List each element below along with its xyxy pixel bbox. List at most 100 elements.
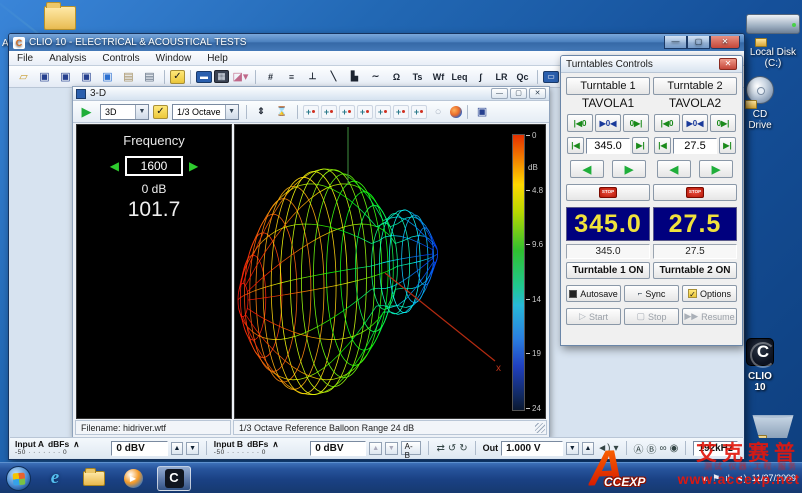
- tt1-stop-button[interactable]: STOP: [566, 184, 650, 201]
- maximize-button[interactable]: ▢: [687, 36, 710, 49]
- dialog-titlebar[interactable]: Turntables Controls ✕: [561, 56, 742, 73]
- leq-icon[interactable]: Leq: [450, 68, 469, 85]
- loop-b-icon[interactable]: ↻: [459, 443, 467, 454]
- view-front-icon[interactable]: +: [339, 105, 355, 119]
- loop-a-icon[interactable]: ↺: [448, 443, 456, 454]
- plot-toolbar-icon[interactable]: [467, 105, 468, 119]
- tt2-zero-right-button[interactable]: 0▶|: [710, 114, 736, 132]
- save-icon[interactable]: ▣: [35, 68, 54, 85]
- minimize-button[interactable]: —: [664, 36, 687, 49]
- view-top-icon[interactable]: +: [303, 105, 319, 119]
- ab-link-button[interactable]: A-B: [401, 441, 422, 455]
- options-button[interactable]: ✓Options: [682, 285, 737, 302]
- tt1-jog-left-button[interactable]: ◀: [570, 160, 604, 178]
- tt2-jog-right-button[interactable]: ▶: [699, 160, 733, 178]
- plot-titlebar[interactable]: 3-D — ▢ ✕: [73, 87, 549, 101]
- turntable-1-header[interactable]: Turntable 1: [566, 77, 650, 95]
- toolbar-icon[interactable]: [190, 70, 191, 84]
- media-player-icon[interactable]: ▶: [118, 466, 148, 490]
- ts-parameters-icon[interactable]: Ts: [408, 68, 427, 85]
- dialog-close-button[interactable]: ✕: [719, 58, 737, 70]
- tt2-goto-zero-button[interactable]: |◀0: [654, 114, 680, 132]
- decay-icon[interactable]: ╲: [324, 68, 343, 85]
- close-button[interactable]: ✕: [710, 36, 740, 49]
- compress-icon[interactable]: ⌛: [273, 103, 292, 120]
- scale-icon[interactable]: ⇕: [252, 103, 271, 120]
- start-measurement-button[interactable]: ▶: [77, 103, 96, 120]
- view-left-icon[interactable]: +: [375, 105, 391, 119]
- balloon-window-icon[interactable]: ▬: [196, 71, 212, 83]
- speaker-drop-icon[interactable]: ▾: [614, 443, 619, 454]
- tt1-target-input[interactable]: 345.0: [586, 138, 630, 154]
- swap-channels-icon[interactable]: ⇄: [436, 443, 444, 454]
- speaker-icon[interactable]: ◄): [597, 443, 610, 454]
- waterfall-icon[interactable]: ▙: [345, 68, 364, 85]
- tt2-step-back-button[interactable]: |◀: [654, 137, 671, 154]
- tt2-stop-button[interactable]: STOP: [653, 184, 737, 201]
- qc-icon[interactable]: Qc: [513, 68, 532, 85]
- controls-icon[interactable]: ◉: [670, 443, 679, 454]
- menu-item[interactable]: Help: [199, 52, 236, 65]
- turntable-2-header[interactable]: Turntable 2: [653, 77, 737, 95]
- desktop-icon-clio10[interactable]: C CLIO 10: [746, 338, 774, 366]
- sweep-icon[interactable]: ʃ: [471, 68, 490, 85]
- wf-icon[interactable]: Wf: [429, 68, 448, 85]
- toolbar-icon[interactable]: [164, 70, 165, 84]
- menu-item[interactable]: File: [9, 52, 41, 65]
- internet-explorer-icon[interactable]: e: [40, 466, 70, 490]
- tray-volume-icon[interactable]: ◄): [735, 473, 747, 483]
- sinusoidal-icon[interactable]: ∼: [366, 68, 385, 85]
- autosave-button[interactable]: Autosave: [566, 285, 621, 302]
- tt1-on-toggle[interactable]: Turntable 1 ON: [566, 262, 650, 279]
- tt1-zero-right-button[interactable]: 0▶|: [623, 114, 649, 132]
- input-a-sensitivity[interactable]: 0 dBV: [111, 441, 167, 456]
- save-copy-icon[interactable]: ▣: [56, 68, 75, 85]
- plot-toolbar-icon[interactable]: [297, 105, 298, 119]
- tt2-step-fwd-button[interactable]: ▶|: [719, 137, 736, 154]
- desktop-icon-recycle-bin[interactable]: Recycle Bin: [746, 412, 800, 438]
- monitor-icon[interactable]: ▭: [543, 71, 559, 83]
- frequency-down-button[interactable]: ◀: [110, 160, 119, 172]
- balloon-icon[interactable]: ●: [450, 106, 462, 118]
- tray-expand-icon[interactable]: ▴: [703, 473, 708, 484]
- menu-item[interactable]: Analysis: [41, 52, 94, 65]
- save-session-icon[interactable]: ▤: [119, 68, 138, 85]
- export-icon[interactable]: ▣: [98, 68, 117, 85]
- tt2-center-button[interactable]: ▶0◀: [682, 114, 708, 132]
- resume-button[interactable]: ▶▶Resume: [682, 308, 737, 325]
- plot-minimize-button[interactable]: —: [491, 88, 508, 99]
- mic-a-icon[interactable]: Ⓐ: [634, 441, 644, 456]
- clio-taskbar-button[interactable]: C: [157, 466, 191, 491]
- stop-button[interactable]: ▢Stop: [624, 308, 679, 325]
- clock[interactable]: 11/27/2009: [752, 473, 796, 483]
- tt2-on-toggle[interactable]: Turntable 2 ON: [653, 262, 737, 279]
- sync-button[interactable]: ⌐Sync: [624, 285, 679, 302]
- windows-explorer-icon[interactable]: [79, 466, 109, 490]
- tt2-target-input[interactable]: 27.5: [673, 138, 717, 154]
- plot-maximize-button[interactable]: ▢: [510, 88, 527, 99]
- view-angle-icon[interactable]: +: [411, 105, 427, 119]
- main-titlebar[interactable]: C CLIO 10 - ELECTRICAL & ACOUSTICAL TEST…: [9, 34, 744, 51]
- view-right-icon[interactable]: +: [393, 105, 409, 119]
- wow-flutter-icon[interactable]: Ω: [387, 68, 406, 85]
- view-mode-select[interactable]: 3D ▼: [100, 104, 149, 120]
- frequency-up-button[interactable]: ▶: [189, 160, 198, 172]
- input-b-up-button[interactable]: ▲: [369, 442, 382, 455]
- background-folder-icon[interactable]: [44, 6, 76, 30]
- menu-item[interactable]: Window: [148, 52, 200, 65]
- tt1-step-back-button[interactable]: |◀: [567, 137, 584, 154]
- tt1-jog-right-button[interactable]: ▶: [612, 160, 646, 178]
- tray-flag-icon[interactable]: ⚑: [712, 473, 720, 484]
- mic-b-icon[interactable]: Ⓑ: [647, 441, 657, 456]
- input-b-sensitivity[interactable]: 0 dBV: [310, 441, 366, 456]
- print-icon[interactable]: ▤: [140, 68, 159, 85]
- options-icon[interactable]: ✓: [170, 70, 185, 84]
- output-level[interactable]: 1.000 V: [501, 441, 563, 456]
- export-plot-icon[interactable]: ▣: [473, 103, 492, 120]
- desktop-icon-local-disk[interactable]: Local Disk (C:): [746, 14, 800, 34]
- mls-analysis-icon[interactable]: #: [261, 68, 280, 85]
- desktop-icon-cd-drive[interactable]: CD Drive: [746, 76, 774, 104]
- settings-check-icon[interactable]: ✓: [153, 105, 168, 119]
- link-icon[interactable]: ∞: [660, 443, 667, 454]
- out-up-button[interactable]: ▲: [582, 442, 595, 455]
